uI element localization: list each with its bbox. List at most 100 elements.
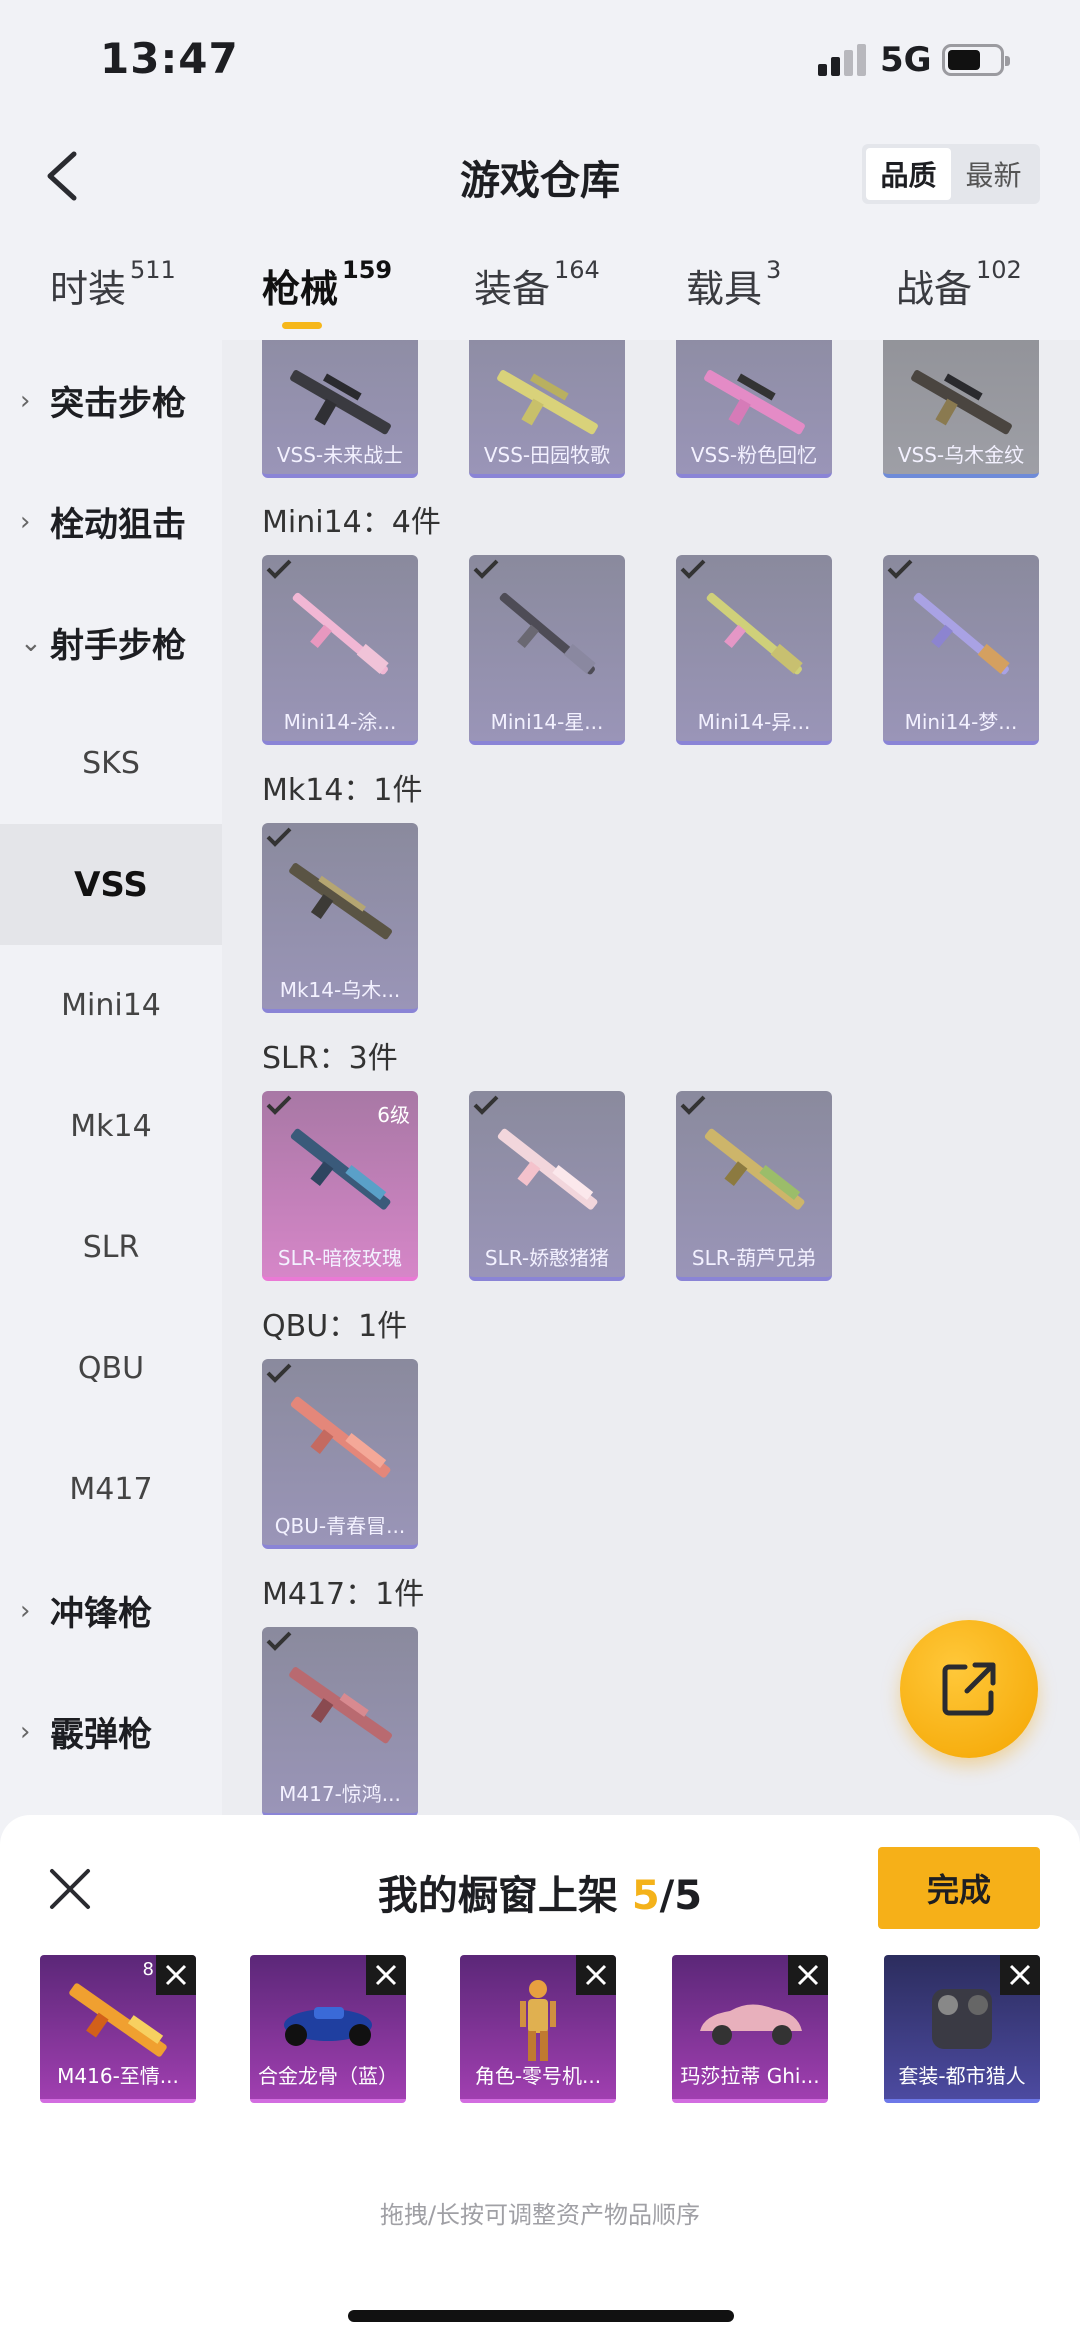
share-icon: [942, 1662, 996, 1716]
showcase-slot[interactable]: 合金龙骨（蓝）: [250, 1955, 406, 2103]
sidebar-group-marksman-rifles[interactable]: ⌄ 射手步枪: [0, 582, 222, 703]
tab-equipment[interactable]: 装备 164: [474, 256, 600, 313]
close-icon: [165, 1964, 187, 1986]
header: 游戏仓库 品质 最新: [0, 120, 1080, 230]
gun-icon: [913, 592, 1010, 675]
section-title-qbu: QBU：1件: [262, 1309, 408, 1344]
item-card[interactable]: VSS-乌木金纹: [883, 340, 1039, 478]
slot-label: 套装-都市猎人: [898, 2064, 1026, 2088]
network-label: 5G: [880, 40, 932, 80]
chevron-right-icon: ›: [20, 1716, 31, 1747]
tab-label: 时装: [50, 267, 127, 311]
tab-guns[interactable]: 枪械 159: [262, 256, 393, 313]
tab-count: 511: [130, 256, 176, 284]
item-label: Mk14-乌木...: [279, 978, 401, 1002]
remove-slot-button[interactable]: [1000, 1955, 1040, 1995]
battery-icon: [942, 44, 1010, 76]
item-label: QBU-青春冒...: [274, 1514, 406, 1538]
sidebar-item-sks[interactable]: SKS: [0, 703, 222, 824]
signal-icon: [818, 44, 870, 76]
item-card[interactable]: Mini14-梦...: [883, 555, 1039, 745]
sort-newest-button[interactable]: 最新: [951, 148, 1036, 200]
item-label: Mini14-异...: [697, 710, 811, 734]
done-button[interactable]: 完成: [878, 1847, 1040, 1929]
reorder-hint: 拖拽/长按可调整资产物品顺序: [379, 2201, 701, 2229]
section-title-mini14: Mini14：4件: [262, 505, 441, 540]
sort-toggle: 品质 最新: [862, 144, 1040, 204]
tab-label: 战备: [896, 267, 973, 311]
gun-icon: [499, 592, 596, 675]
item-card[interactable]: Mini14-星...: [469, 555, 625, 745]
item-card[interactable]: 6级 SLR-暗夜玫瑰: [262, 1091, 418, 1281]
sidebar-item-label: 射手步枪: [50, 626, 186, 666]
sidebar-item-mk14[interactable]: Mk14: [0, 1066, 222, 1187]
sidebar-item-slr[interactable]: SLR: [0, 1187, 222, 1308]
chevron-right-icon: ›: [20, 506, 31, 537]
sidebar-item-vss[interactable]: VSS: [0, 824, 222, 945]
tab-vehicles[interactable]: 载具 3: [686, 256, 782, 313]
item-card[interactable]: VSS-粉色回忆: [676, 340, 832, 478]
section-title-m417: M417：1件: [262, 1577, 425, 1612]
close-icon: [375, 1964, 397, 1986]
item-card[interactable]: M417-惊鸿...: [262, 1627, 418, 1817]
close-icon: [1009, 1964, 1031, 1986]
remove-slot-button[interactable]: [576, 1955, 616, 1995]
showcase-slot[interactable]: 角色-零号机...: [460, 1955, 616, 2103]
sidebar-group-bolt-snipers[interactable]: › 栓动狙击: [0, 461, 222, 582]
remove-slot-button[interactable]: [156, 1955, 196, 1995]
sidebar-item-m417[interactable]: M417: [0, 1429, 222, 1550]
close-icon: [797, 1964, 819, 1986]
slot-label: 玛莎拉蒂 Ghi...: [680, 2064, 820, 2088]
status-time: 13:47: [100, 34, 239, 83]
share-button[interactable]: [900, 1620, 1038, 1758]
status-bar: 13:47 5G: [0, 0, 1080, 120]
chevron-down-icon: ⌄: [20, 627, 42, 658]
showcase-sheet: 我的橱窗上架 5/5 完成 8 M416-至情... 合金龙骨（蓝） 角色-零号…: [0, 1815, 1080, 2337]
slot-label: 合金龙骨（蓝）: [258, 2064, 398, 2088]
sidebar-item-label: 霰弹枪: [50, 1715, 152, 1755]
tab-label: 枪械: [262, 267, 339, 311]
sidebar-group-smgs[interactable]: › 冲锋枪: [0, 1550, 222, 1671]
tab-label: 载具: [686, 267, 763, 311]
sidebar: › 突击步枪 › 栓动狙击 ⌄ 射手步枪 SKS VSS Mini14 Mk14 SL…: [0, 340, 222, 1820]
sidebar-item-qbu[interactable]: QBU: [0, 1308, 222, 1429]
chevron-right-icon: ›: [20, 385, 31, 416]
remove-slot-button[interactable]: [788, 1955, 828, 1995]
remove-slot-button[interactable]: [366, 1955, 406, 1995]
item-card[interactable]: QBU-青春冒...: [262, 1359, 418, 1549]
slot-badge: 8: [142, 1959, 154, 1980]
sheet-title-text: 我的橱窗上架: [377, 1873, 632, 1919]
item-card[interactable]: VSS-未来战士: [262, 340, 418, 478]
tab-supplies[interactable]: 战备 102: [896, 256, 1022, 313]
category-tabs: 时装 511 枪械 159 装备 164 载具 3 战备 102: [0, 240, 1080, 340]
tab-count: 3: [766, 256, 782, 284]
item-label: Mini14-涂...: [283, 710, 397, 734]
sidebar-group-shotguns[interactable]: › 霰弹枪: [0, 1671, 222, 1792]
sidebar-group-assault-rifles[interactable]: › 突击步枪: [0, 340, 222, 461]
home-indicator[interactable]: [348, 2310, 734, 2322]
item-card[interactable]: Mk14-乌木...: [262, 823, 418, 1013]
section-title-slr: SLR：3件: [262, 1041, 398, 1076]
item-card[interactable]: VSS-田园牧歌: [469, 340, 625, 478]
showcase-slot[interactable]: 套装-都市猎人: [884, 1955, 1040, 2103]
sort-quality-button[interactable]: 品质: [866, 148, 951, 200]
section-title-mk14: Mk14：1件: [262, 773, 423, 808]
gun-icon: [290, 1396, 391, 1478]
sidebar-item-mini14[interactable]: Mini14: [0, 945, 222, 1066]
item-label: Mini14-梦...: [904, 710, 1018, 734]
item-grid: VSS-未来战士 VSS-田园牧歌 VSS-粉色回忆 VSS-乌木金纹 Mini…: [222, 340, 1080, 1820]
tab-fashion[interactable]: 时装 511: [50, 256, 176, 313]
item-card[interactable]: Mini14-涂...: [262, 555, 418, 745]
showcase-slot[interactable]: 玛莎拉蒂 Ghi...: [672, 1955, 828, 2103]
gun-icon: [289, 1667, 392, 1744]
gun-icon: [704, 1128, 805, 1210]
tab-count: 159: [342, 256, 393, 284]
item-label: Mini14-星...: [490, 710, 604, 734]
gun-icon: [497, 1128, 598, 1210]
item-label: VSS-未来战士: [276, 443, 404, 467]
item-card[interactable]: Mini14-异...: [676, 555, 832, 745]
item-card[interactable]: SLR-葫芦兄弟: [676, 1091, 832, 1281]
showcase-slot[interactable]: 8 M416-至情...: [40, 1955, 196, 2103]
item-card[interactable]: SLR-娇憨猪猪: [469, 1091, 625, 1281]
slot-label: 角色-零号机...: [474, 2064, 602, 2088]
